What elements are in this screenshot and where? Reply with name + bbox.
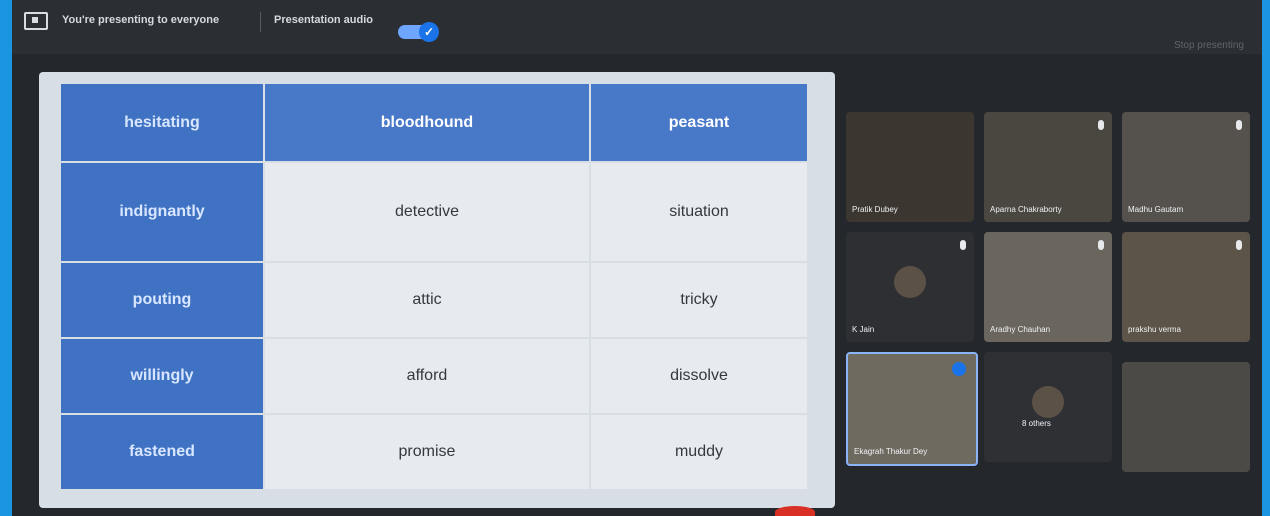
checkmark-icon: ✓ [419, 22, 439, 42]
participant-tile[interactable]: Aparna Chakraborty [984, 112, 1112, 222]
toolbar-divider [260, 12, 261, 32]
table-row: indignantly detective situation [59, 161, 810, 263]
stop-presenting-button[interactable]: Stop presenting [1174, 40, 1244, 51]
table-header-cell: peasant [588, 82, 810, 163]
participant-tile[interactable]: prakshu verma [1122, 232, 1250, 342]
table-cell: fastened [59, 413, 265, 491]
table-row: fastened promise muddy [59, 413, 810, 491]
mic-icon [1236, 120, 1242, 130]
participant-name: K Jain [852, 325, 875, 334]
table-header-cell: hesitating [59, 82, 265, 163]
participant-tile[interactable]: Aradhy Chauhan [984, 232, 1112, 342]
table-cell: indignantly [59, 161, 265, 263]
table-row: pouting attic tricky [59, 261, 810, 339]
participant-name: prakshu verma [1128, 325, 1181, 334]
table-cell: tricky [588, 261, 810, 339]
mic-icon [1098, 120, 1104, 130]
table-row: willingly afford dissolve [59, 337, 810, 415]
mic-icon [1236, 240, 1242, 250]
table-cell: promise [263, 413, 591, 491]
participant-name: Pratik Dubey [852, 205, 898, 214]
others-count-label: 8 others [1022, 419, 1051, 428]
participant-tile[interactable]: 8 others [984, 352, 1112, 462]
table-header-cell: bloodhound [263, 82, 591, 163]
meeting-screen: You're presenting to everyone Presentati… [12, 0, 1262, 516]
table-cell: afford [263, 337, 591, 415]
participant-grid: Pratik Dubey Aparna Chakraborty Madhu Ga… [838, 112, 1250, 472]
avatar [1032, 386, 1064, 418]
leave-call-button[interactable] [775, 506, 815, 516]
table-cell: dissolve [588, 337, 810, 415]
presenting-status-text: You're presenting to everyone [62, 14, 220, 26]
table-cell: pouting [59, 261, 265, 339]
presentation-audio-label: Presentation audio [274, 14, 374, 26]
table-header-row: hesitating bloodhound peasant [59, 82, 810, 163]
participant-name: Ekagrah Thakur Dey [854, 447, 928, 456]
participant-tile[interactable]: Ekagrah Thakur Dey [846, 352, 978, 466]
participant-name: Aparna Chakraborty [990, 205, 1062, 214]
presentation-bar: You're presenting to everyone Presentati… [12, 0, 1262, 54]
participant-name: Aradhy Chauhan [990, 325, 1051, 334]
participant-tile[interactable] [1122, 362, 1250, 472]
speaking-icon [952, 362, 966, 376]
participant-tile[interactable]: K Jain [846, 232, 974, 342]
shared-slide: hesitating bloodhound peasant indignantl… [39, 72, 835, 508]
participant-tile[interactable]: Pratik Dubey [846, 112, 974, 222]
table-cell: situation [588, 161, 810, 263]
table-cell: detective [263, 161, 591, 263]
table-cell: attic [263, 261, 591, 339]
word-table: hesitating bloodhound peasant indignantl… [59, 82, 810, 491]
mic-icon [1098, 240, 1104, 250]
avatar [894, 266, 926, 298]
mic-icon [960, 240, 966, 250]
table-cell: willingly [59, 337, 265, 415]
participant-name: Madhu Gautam [1128, 205, 1184, 214]
participant-tile[interactable]: Madhu Gautam [1122, 112, 1250, 222]
present-screen-icon [24, 12, 48, 30]
table-cell: muddy [588, 413, 810, 491]
presentation-audio-toggle[interactable]: ✓ [398, 22, 439, 42]
